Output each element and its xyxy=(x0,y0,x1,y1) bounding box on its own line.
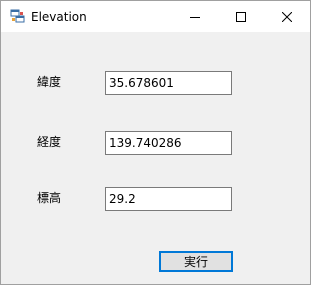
maximize-icon xyxy=(236,7,246,26)
latitude-label: 緯度 xyxy=(37,75,62,89)
latitude-input[interactable]: 35.678601 xyxy=(105,71,232,95)
run-button-label: 実行 xyxy=(183,255,208,269)
app-window: Elevation 緯度 35.678601 経度 139.740286 標高 … xyxy=(0,0,311,285)
close-button[interactable] xyxy=(264,1,310,32)
close-icon xyxy=(281,7,293,26)
elevation-input[interactable]: 29.2 xyxy=(105,187,232,211)
run-button[interactable]: 実行 xyxy=(159,251,233,272)
maximize-button[interactable] xyxy=(218,1,264,32)
longitude-label: 経度 xyxy=(37,135,62,149)
elevation-label: 標高 xyxy=(37,191,62,205)
minimize-icon xyxy=(190,7,200,26)
minimize-button[interactable] xyxy=(172,1,218,32)
window-title: Elevation xyxy=(31,10,87,24)
app-window-icon xyxy=(10,9,26,25)
longitude-input[interactable]: 139.740286 xyxy=(105,131,232,155)
title-bar[interactable]: Elevation xyxy=(1,1,310,32)
form-body: 緯度 35.678601 経度 139.740286 標高 29.2 実行 xyxy=(1,32,310,284)
